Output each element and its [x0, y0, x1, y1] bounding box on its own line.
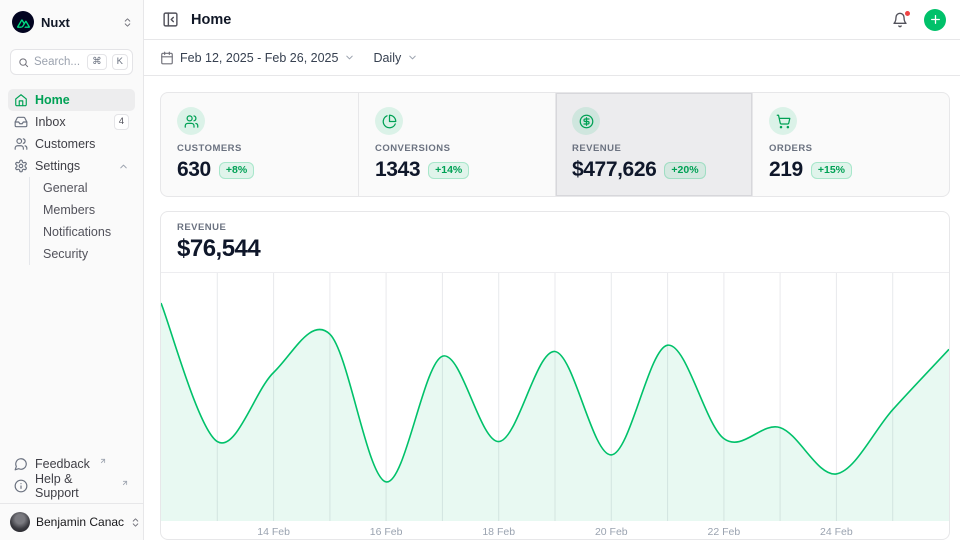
- chevron-down-icon: [344, 52, 355, 63]
- sidebar-item-members[interactable]: Members: [39, 199, 127, 221]
- chart-header: REVENUE $76,544: [161, 212, 949, 273]
- user-name: Benjamin Canac: [36, 515, 124, 529]
- gear-icon: [14, 159, 28, 173]
- users-icon: [14, 137, 28, 151]
- revenue-chart-card: REVENUE $76,544 14 Feb 16 Feb 18 Feb 20 Feb…: [160, 211, 950, 540]
- sidebar-item-customers[interactable]: Customers: [8, 133, 135, 155]
- inbox-count-badge: 4: [114, 114, 129, 130]
- chevron-up-icon: [118, 161, 129, 172]
- stats-row: CUSTOMERS 630 +8% CONVERSIONS 1343 +14%: [160, 92, 950, 197]
- stat-label: REVENUE: [572, 143, 736, 154]
- chevron-down-icon: [407, 52, 418, 63]
- inbox-icon: [14, 115, 28, 129]
- chart-metric-label: REVENUE: [177, 222, 933, 233]
- sidebar-item-security[interactable]: Security: [39, 243, 127, 265]
- collapse-sidebar-button[interactable]: [160, 9, 181, 30]
- filters-toolbar: Feb 12, 2025 - Feb 26, 2025 Daily: [144, 40, 960, 76]
- add-button[interactable]: [924, 9, 946, 31]
- stat-value: $477,626: [572, 158, 656, 182]
- sidebar-item-home[interactable]: Home: [8, 89, 135, 111]
- sidebar-item-label: Inbox: [35, 115, 107, 129]
- date-range-value: Feb 12, 2025 - Feb 26, 2025: [180, 51, 338, 65]
- page-title: Home: [191, 12, 880, 28]
- sidebar-item-settings[interactable]: Settings: [8, 155, 135, 177]
- workspace-name: Nuxt: [41, 15, 115, 30]
- date-range-picker[interactable]: Feb 12, 2025 - Feb 26, 2025: [160, 51, 355, 65]
- stat-card-orders[interactable]: ORDERS 219 +15%: [752, 93, 949, 196]
- footer-link-label: Help & Support: [35, 472, 112, 500]
- panel-left-close-icon: [162, 11, 179, 28]
- settings-submenu: General Members Notifications Security: [29, 177, 127, 265]
- external-link-icon: [121, 479, 129, 487]
- svg-text:20 Feb: 20 Feb: [595, 526, 628, 538]
- workspace-switcher[interactable]: Nuxt: [0, 0, 143, 43]
- notifications-button[interactable]: [890, 10, 910, 30]
- stat-card-customers[interactable]: CUSTOMERS 630 +8%: [161, 93, 358, 196]
- svg-text:16 Feb: 16 Feb: [370, 526, 403, 538]
- period-value: Daily: [373, 51, 401, 65]
- svg-text:24 Feb: 24 Feb: [820, 526, 853, 538]
- stat-card-revenue[interactable]: REVENUE $477,626 +20%: [555, 93, 752, 196]
- external-link-icon: [99, 457, 107, 465]
- sidebar-item-label: Home: [35, 93, 129, 107]
- user-menu[interactable]: Benjamin Canac: [0, 503, 143, 540]
- chart-metric-value: $76,544: [177, 235, 933, 263]
- pie-chart-icon: [375, 107, 403, 135]
- sidebar-item-label: Customers: [35, 137, 129, 151]
- revenue-chart-plot[interactable]: 14 Feb 16 Feb 18 Feb 20 Feb 22 Feb 24 Feb: [161, 273, 949, 539]
- dollar-circle-icon: [572, 107, 600, 135]
- stat-label: CONVERSIONS: [375, 143, 539, 154]
- stat-value: 630: [177, 158, 211, 182]
- search-placeholder: Search...: [34, 56, 82, 68]
- stat-delta-badge: +14%: [428, 162, 469, 179]
- sidebar-item-notifications[interactable]: Notifications: [39, 221, 127, 243]
- message-circle-icon: [14, 457, 28, 471]
- help-support-link[interactable]: Help & Support: [8, 475, 135, 497]
- stat-delta-badge: +8%: [219, 162, 254, 179]
- stat-value: 219: [769, 158, 803, 182]
- svg-text:22 Feb: 22 Feb: [708, 526, 741, 538]
- svg-text:18 Feb: 18 Feb: [482, 526, 515, 538]
- users-icon: [177, 107, 205, 135]
- footer-link-label: Feedback: [35, 457, 90, 471]
- plus-icon: [929, 13, 942, 26]
- sidebar-item-general[interactable]: General: [39, 177, 127, 199]
- topbar: Home: [144, 0, 960, 40]
- sidebar: Nuxt Search... ⌘ K Home Inbox 4: [0, 0, 144, 540]
- avatar: [10, 512, 30, 532]
- sidebar-item-label: Settings: [35, 159, 111, 173]
- stat-value: 1343: [375, 158, 420, 182]
- calendar-icon: [160, 51, 174, 65]
- sidebar-item-inbox[interactable]: Inbox 4: [8, 111, 135, 133]
- sub-item-label: Notifications: [43, 225, 111, 239]
- main-area: Home Feb 12, 2025 - Feb 26, 2025 Daily: [144, 0, 960, 540]
- svg-text:14 Feb: 14 Feb: [257, 526, 290, 538]
- stat-label: CUSTOMERS: [177, 143, 342, 154]
- notification-dot: [904, 10, 911, 17]
- stat-card-conversions[interactable]: CONVERSIONS 1343 +14%: [358, 93, 555, 196]
- kbd-cmd: ⌘: [87, 54, 107, 69]
- sub-item-label: General: [43, 181, 87, 195]
- home-icon: [14, 93, 28, 107]
- nuxt-logo-icon: [12, 11, 34, 33]
- info-circle-icon: [14, 479, 28, 493]
- cart-icon: [769, 107, 797, 135]
- sub-item-label: Security: [43, 247, 88, 261]
- chevrons-up-down-icon: [122, 17, 133, 28]
- stat-delta-badge: +15%: [811, 162, 852, 179]
- period-select[interactable]: Daily: [373, 51, 418, 65]
- sub-item-label: Members: [43, 203, 95, 217]
- chevrons-up-down-icon: [130, 517, 141, 528]
- search-input[interactable]: Search... ⌘ K: [10, 49, 133, 75]
- search-icon: [18, 57, 29, 68]
- stat-delta-badge: +20%: [664, 162, 705, 179]
- stat-label: ORDERS: [769, 143, 933, 154]
- kbd-k: K: [112, 54, 128, 69]
